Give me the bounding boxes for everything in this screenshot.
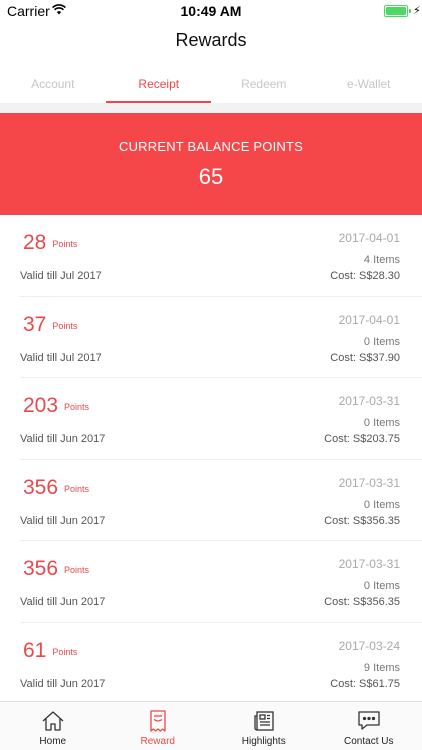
points-unit: Points (52, 646, 78, 657)
receipt-row[interactable]: 356 Points 2017-03-31 0 Items Valid till … (20, 460, 422, 541)
receipt-items: 0 Items (363, 580, 400, 592)
receipt-items: 0 Items (363, 417, 400, 429)
receipt-validity: Valid till Jun 2017 (20, 514, 106, 527)
receipt-row[interactable]: 37 Points 2017-04-01 0 Items Valid till J… (20, 297, 422, 378)
home-icon (42, 711, 64, 731)
tab-receipt[interactable]: Receipt (106, 64, 212, 104)
receipt-cost: Cost: S$61.75 (330, 677, 400, 690)
battery-icon: ⚡ (384, 5, 421, 17)
receipt-points: 203 (23, 394, 59, 417)
receipt-date: 2017-04-01 (338, 312, 400, 327)
receipt-date: 2017-04-01 (338, 231, 400, 245)
balance-value: 65 (198, 164, 224, 189)
tabbar-contact-us[interactable]: Contact Us (316, 702, 422, 750)
receipt-cost: Cost: S$37.90 (330, 351, 400, 364)
tabbar-reward[interactable]: Reward (105, 702, 211, 750)
points-unit: Points (64, 565, 90, 575)
rewards-tabs: Account Receipt Redeem e-Wallet (0, 64, 422, 104)
receipt-date: 2017-03-31 (338, 475, 400, 490)
receipt-validity: Valid till Jul 2017 (20, 351, 102, 364)
receipt-row[interactable]: 61 Points 2017-03-24 9 Items Valid till J… (20, 623, 422, 704)
receipt-validity: Valid till Jun 2017 (20, 677, 106, 690)
balance-label: CURRENT BALANCE POINTS (118, 139, 304, 154)
receipt-validity: Valid till Jul 2017 (20, 270, 102, 282)
receipt-date: 2017-03-24 (338, 638, 400, 653)
receipt-row[interactable]: 28 Points 2017-04-01 4 Items Valid till J… (20, 215, 422, 297)
chat-icon (358, 711, 380, 730)
receipt-points: 356 (23, 475, 59, 499)
tabbar-label: Home (39, 736, 67, 747)
charging-icon: ⚡ (413, 5, 421, 17)
receipt-items: 0 Items (363, 335, 400, 348)
status-time: 10:49 AM (180, 3, 242, 19)
points-unit: Points (52, 320, 78, 331)
points-unit: Points (64, 483, 90, 494)
bottom-tab-bar: Home Reward Highlights Contact Us (0, 701, 422, 750)
receipt-validity: Valid till Jun 2017 (20, 433, 106, 445)
receipt-row[interactable]: 356 Points 2017-03-31 0 Items Valid till … (20, 541, 422, 623)
section-divider (0, 103, 422, 113)
receipt-items: 0 Items (363, 498, 400, 511)
tabbar-label: Reward (140, 736, 175, 747)
tabbar-highlights[interactable]: Highlights (211, 702, 317, 750)
receipt-icon (150, 710, 166, 732)
receipt-cost: Cost: S$356.35 (324, 514, 400, 527)
newspaper-icon (254, 711, 274, 731)
tabbar-label: Highlights (241, 736, 286, 747)
balance-banner: CURRENT BALANCE POINTS 65 (0, 113, 422, 215)
receipt-cost: Cost: S$356.35 (324, 596, 400, 608)
tab-redeem[interactable]: Redeem (211, 64, 317, 104)
receipt-points: 28 (23, 231, 47, 254)
receipt-points: 61 (23, 638, 47, 662)
points-unit: Points (52, 239, 78, 249)
tab-account[interactable]: Account (0, 64, 106, 104)
receipt-points: 356 (23, 557, 59, 580)
points-unit: Points (64, 402, 90, 412)
receipt-validity: Valid till Jun 2017 (20, 596, 106, 608)
page-title: Rewards (175, 30, 247, 50)
receipt-cost: Cost: S$28.30 (330, 270, 400, 282)
receipt-date: 2017-03-31 (338, 557, 400, 571)
receipt-list: 28 Points 2017-04-01 4 Items Valid till J… (0, 215, 422, 704)
status-bar: Carrier 10:49 AM ⚡ (0, 0, 422, 22)
tabbar-label: Contact Us (344, 736, 394, 747)
receipt-row[interactable]: 203 Points 2017-03-31 0 Items Valid till … (20, 378, 422, 460)
tab-e-wallet[interactable]: e-Wallet (316, 64, 422, 104)
receipt-cost: Cost: S$203.75 (324, 433, 400, 445)
receipt-date: 2017-03-31 (338, 394, 400, 408)
receipt-points: 37 (23, 312, 47, 336)
receipt-items: 4 Items (363, 254, 400, 266)
receipt-items: 9 Items (363, 661, 400, 674)
tabbar-home[interactable]: Home (0, 702, 106, 750)
